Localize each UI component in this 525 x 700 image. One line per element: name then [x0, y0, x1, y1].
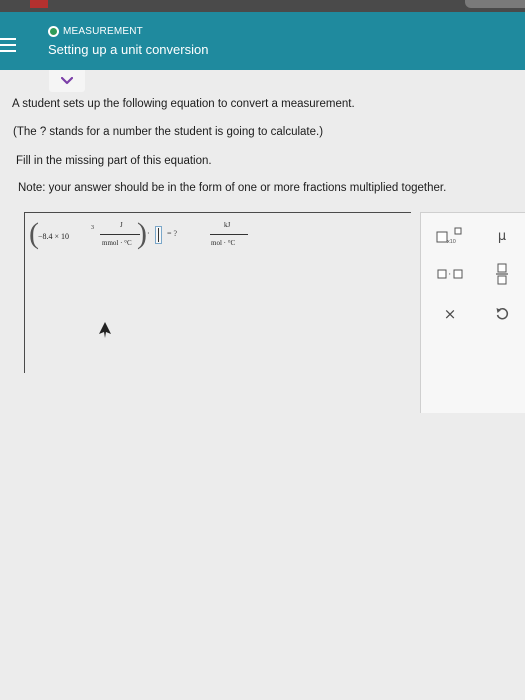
equation-exponent: 3: [91, 225, 94, 231]
tab-fragment: [465, 0, 525, 8]
browser-top-strip: [0, 0, 525, 12]
question-area: A student sets up the following equation…: [0, 70, 525, 700]
math-palette: x10 μ · ×: [420, 212, 525, 413]
palette-dot: ·: [448, 270, 451, 280]
clear-button[interactable]: ×: [433, 301, 467, 327]
multiply-template-icon: ·: [437, 269, 463, 280]
equals-unknown: = ?: [167, 229, 178, 238]
red-tab-fragment: [30, 0, 48, 8]
equation-coefficient: −8.4 × 10: [38, 232, 70, 241]
conversion-equation: ( −8.4 × 10 3 J mmol · °C ) · = ? kJ mol…: [27, 217, 267, 257]
assignment-header: MEASUREMENT Setting up a unit conversion: [0, 12, 525, 70]
multiply-dot: ·: [147, 229, 150, 238]
mouse-pointer-icon: [99, 322, 111, 338]
fraction-template-button[interactable]: [485, 261, 519, 287]
answer-input-box[interactable]: ( −8.4 × 10 3 J mmol · °C ) · = ? kJ mol…: [24, 212, 411, 373]
fraction-template-icon: [496, 263, 508, 285]
prompt-note: Note: your answer should be in the form …: [18, 182, 447, 194]
menu-icon[interactable]: [0, 38, 16, 54]
topic-status-icon: [48, 26, 59, 37]
scientific-notation-button[interactable]: x10: [433, 223, 467, 249]
undo-button[interactable]: [485, 301, 519, 327]
unit1-denominator: mmol · °C: [102, 239, 132, 247]
topic-row: MEASUREMENT: [48, 26, 143, 37]
unit1-fraction-bar: [100, 234, 140, 235]
micro-prefix-button[interactable]: μ: [485, 223, 519, 249]
unit1-numerator: J: [120, 221, 123, 229]
answer-entry-slot[interactable]: [155, 226, 162, 244]
close-icon: ×: [443, 305, 457, 323]
scientific-notation-icon: x10: [436, 227, 462, 245]
multiply-template-button[interactable]: ·: [433, 261, 467, 287]
prompt-line-1: A student sets up the following equation…: [12, 98, 355, 110]
unit2-numerator: kJ: [224, 221, 231, 229]
unit2-denominator: mol · °C: [211, 239, 236, 247]
x10-label: x10: [447, 239, 456, 245]
micro-symbol: μ: [497, 228, 507, 244]
page-title: Setting up a unit conversion: [48, 42, 209, 57]
expand-button[interactable]: [49, 70, 85, 92]
unit2-fraction-bar: [210, 234, 248, 235]
chevron-down-icon: [61, 77, 73, 85]
undo-icon: [496, 307, 509, 320]
prompt-line-2: (The ? stands for a number the student i…: [13, 126, 324, 138]
prompt-line-3: Fill in the missing part of this equatio…: [16, 155, 212, 167]
topic-label: MEASUREMENT: [63, 26, 143, 37]
right-parenthesis: ): [137, 217, 147, 250]
